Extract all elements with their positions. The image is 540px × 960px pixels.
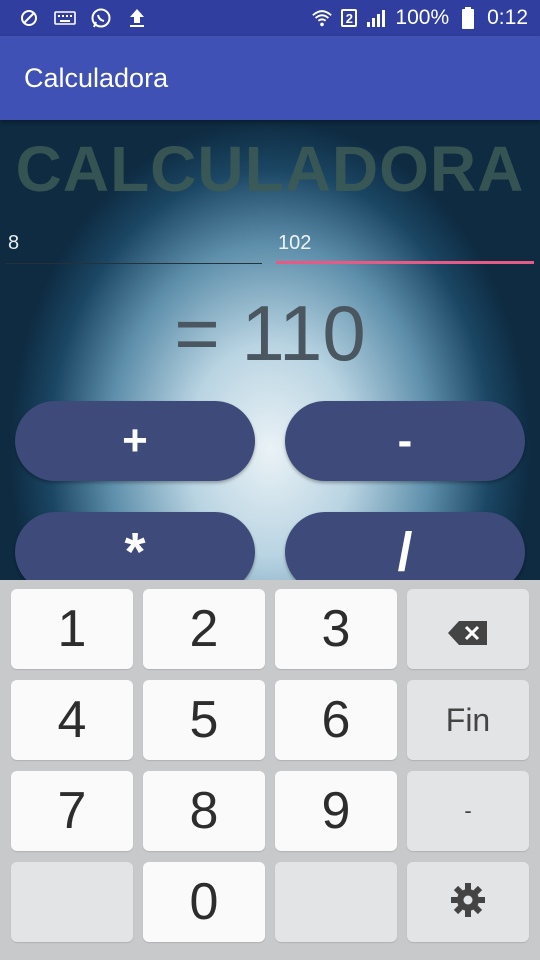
key-5[interactable]: 5 bbox=[143, 680, 265, 760]
upload-icon bbox=[126, 7, 148, 29]
subtract-button[interactable]: - bbox=[285, 401, 525, 481]
result-text: = 110 bbox=[174, 289, 366, 377]
key-6[interactable]: 6 bbox=[275, 680, 397, 760]
backspace-icon bbox=[447, 599, 489, 659]
first-number-field[interactable] bbox=[6, 224, 264, 264]
keyboard-icon bbox=[54, 7, 76, 29]
wifi-icon bbox=[311, 7, 333, 29]
fin-key[interactable]: Fin bbox=[407, 680, 529, 760]
whatsapp-icon bbox=[90, 7, 112, 29]
key-8[interactable]: 8 bbox=[143, 771, 265, 851]
key-4[interactable]: 4 bbox=[11, 680, 133, 760]
app-bar: Calculadora bbox=[0, 36, 540, 120]
field-underline bbox=[6, 263, 262, 264]
divide-button[interactable]: / bbox=[285, 512, 525, 580]
key-1[interactable]: 1 bbox=[11, 589, 133, 669]
settings-key[interactable] bbox=[407, 862, 529, 942]
key-2[interactable]: 2 bbox=[143, 589, 265, 669]
key-3[interactable]: 3 bbox=[275, 589, 397, 669]
dash-key[interactable]: - bbox=[407, 771, 529, 851]
clock: 0:12 bbox=[487, 6, 528, 29]
numeric-keyboard: 1 2 3 4 5 6 Fin 7 8 9 - 0 bbox=[0, 580, 540, 960]
key-9[interactable]: 9 bbox=[275, 771, 397, 851]
signal-icon bbox=[365, 7, 387, 29]
battery-percent: 100% bbox=[395, 6, 450, 29]
field-underline-focused bbox=[276, 261, 534, 264]
multiply-button[interactable]: * bbox=[15, 512, 255, 580]
battery-icon bbox=[457, 7, 479, 29]
key-0[interactable]: 0 bbox=[143, 862, 265, 942]
sim-icon: 2 bbox=[341, 9, 358, 27]
blocked-icon bbox=[18, 7, 40, 29]
second-number-field[interactable] bbox=[276, 224, 536, 264]
status-bar: 2 100% 0:12 bbox=[0, 0, 540, 36]
add-button[interactable]: + bbox=[15, 401, 255, 481]
blank-key-right[interactable] bbox=[275, 862, 397, 942]
app-title: Calculadora bbox=[24, 62, 169, 93]
page-heading: CALCULADORA bbox=[15, 133, 525, 205]
blank-key-left[interactable] bbox=[11, 862, 133, 942]
calculator-content: CALCULADORA = 110 + - * / bbox=[0, 120, 540, 580]
second-number-input[interactable] bbox=[276, 224, 536, 262]
backspace-key[interactable] bbox=[407, 589, 529, 669]
first-number-input[interactable] bbox=[6, 224, 264, 262]
key-7[interactable]: 7 bbox=[11, 771, 133, 851]
settings-icon bbox=[449, 872, 487, 932]
